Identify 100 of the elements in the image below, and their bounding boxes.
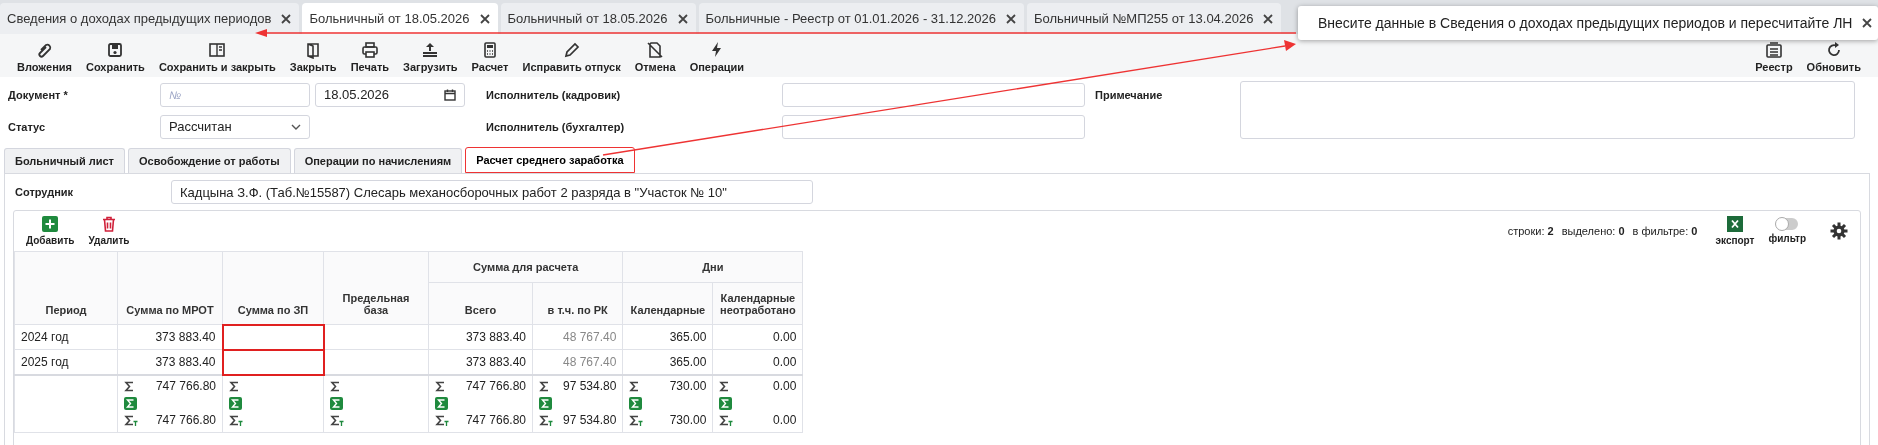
toolbar-button[interactable]: Операции (682, 41, 752, 73)
sum-icon (229, 380, 240, 392)
table-cell: 0.00 (712, 324, 803, 350)
note-field[interactable] (1240, 81, 1855, 139)
trash-icon (100, 216, 117, 232)
pencil-icon (562, 41, 581, 59)
sum-icon[interactable] (229, 396, 242, 410)
paperclip-icon (35, 41, 54, 59)
close-icon[interactable] (677, 13, 688, 24)
column-header: Календарные неотработано (712, 282, 803, 325)
status-dropdown[interactable]: Рассчитан (160, 114, 310, 139)
table-cell: 48 767.40 (532, 324, 623, 350)
table-cell: 2025 год (14, 349, 118, 375)
toolbar-button[interactable]: Расчет (464, 41, 516, 73)
sum-icon (539, 380, 550, 392)
field-label: Сотрудник (15, 186, 75, 198)
sum-icon[interactable] (629, 396, 643, 410)
notification-text: Внесите данные в Сведения о доходах предыдущих периодов и пересчитайте ЛН (1318, 15, 1853, 31)
sum-icon (435, 380, 446, 392)
chevron-icon (291, 123, 301, 130)
calendar-icon[interactable] (444, 88, 456, 101)
document-tab[interactable]: Больничные - Реестр от 01.01.2026 - 31.12.2026 (698, 3, 1024, 34)
spreadsheet-icon (1726, 216, 1743, 232)
sum-icon[interactable] (539, 396, 552, 410)
column-total: 97 534.80 (563, 379, 617, 393)
filtered-sum-icon (229, 414, 243, 426)
toolbar-button[interactable]: Загрузить (396, 41, 465, 73)
column-total: 730.00 (669, 379, 707, 393)
section-tab[interactable]: Освобождение от работы (128, 148, 291, 173)
sum-icon (124, 380, 135, 392)
document-tab[interactable]: Сведения о доходах предыдущих периодов (0, 3, 300, 34)
sum-icon (719, 380, 731, 392)
column-header: Календарные (622, 282, 713, 325)
executor-field[interactable] (782, 82, 1085, 107)
add-button[interactable]: Добавить (26, 216, 75, 246)
sum-icon[interactable] (124, 396, 137, 410)
crossed-document-icon (646, 41, 665, 59)
field-label: Исполнитель (кадровик) (485, 88, 622, 101)
field-label: Исполнитель (бухгалтер) (485, 120, 626, 133)
save-icon (106, 41, 125, 59)
table-cell: 373 883.40 (428, 324, 533, 350)
sum-icon (629, 380, 641, 392)
column-total: 0.00 (773, 379, 797, 393)
toolbar-button[interactable]: Вложения (10, 41, 79, 73)
column-total: 747 766.80 (465, 379, 526, 393)
section-tab[interactable]: Больничный лист (4, 148, 125, 173)
plus-icon (42, 216, 59, 232)
column-group-header: Дни (622, 251, 803, 283)
column-header: в т.ч. по РК (532, 282, 623, 325)
filtered-sum-icon (330, 414, 344, 426)
filtered-total: 730.00 (669, 413, 707, 427)
document-tab[interactable]: Больничный от 18.05.2026 (500, 3, 696, 34)
filtered-sum-icon (435, 414, 449, 426)
sum-icon[interactable] (435, 396, 448, 410)
column-total: 747 766.80 (155, 379, 216, 393)
document-tab[interactable]: Больничный №МП255 от 13.04.2026 (1026, 3, 1282, 34)
close-icon[interactable] (1862, 18, 1873, 28)
row-stat: в фильтре: 0 (1632, 225, 1698, 237)
column-group-header: Сумма для расчета (428, 251, 623, 283)
section-tab[interactable]: Расчет среднего заработка (465, 147, 635, 173)
filtered-total: 97 534.80 (563, 413, 617, 427)
toolbar-button[interactable]: Обновить (1799, 41, 1868, 73)
date-field[interactable]: 18.05.2026 (315, 82, 465, 107)
delete-button[interactable]: Удалить (88, 216, 130, 246)
filter-toggle[interactable]: фильтр (1768, 218, 1806, 244)
filtered-sum-icon (539, 414, 553, 426)
field-label: Статус (8, 120, 47, 133)
toolbar-button[interactable]: Отмена (627, 41, 683, 73)
upload-icon (421, 41, 440, 59)
toolbar-button[interactable]: Закрыть (282, 41, 344, 73)
close-icon[interactable] (479, 13, 490, 24)
filtered-total: 747 766.80 (465, 413, 526, 427)
sum-icon (330, 380, 341, 392)
toolbar-button[interactable]: Исправить отпуск (515, 41, 628, 73)
toolbar-button[interactable]: Сохранить и закрыть (151, 41, 283, 73)
section-tab[interactable]: Операции по начислениям (293, 148, 463, 173)
toolbar-button[interactable]: Сохранить (78, 41, 152, 73)
filtered-sum-icon (124, 414, 138, 426)
table-cell: 365.00 (622, 324, 713, 350)
column-header: Период (14, 251, 118, 325)
filtered-total: 0.00 (773, 413, 797, 427)
list-icon (1764, 41, 1783, 59)
sum-icon[interactable] (330, 396, 343, 410)
employee-field[interactable]: Кадцына З.Ф. (Таб.№15587) Слесарь механосборочных работ 2 разряда в "Участок № 10" (171, 180, 813, 204)
filtered-sum-icon (719, 414, 734, 426)
document-tab[interactable]: Больничный от 18.05.2026 (302, 3, 498, 34)
filtered-total: 747 766.80 (155, 413, 216, 427)
toolbar-button[interactable]: Печать (343, 41, 397, 73)
executor-field[interactable] (782, 114, 1085, 139)
close-icon[interactable] (281, 13, 292, 24)
table-cell: 2024 год (14, 324, 118, 350)
sum-icon[interactable] (719, 396, 733, 410)
column-header: Сумма по ЗП (222, 251, 324, 325)
field-label: Примечание (1094, 88, 1164, 101)
save-close-icon (208, 41, 227, 59)
toolbar-button[interactable]: Реестр (1748, 41, 1800, 73)
export-button[interactable]: экспорт (1715, 216, 1755, 246)
close-icon[interactable] (1263, 13, 1274, 24)
settings-icon[interactable] (1830, 222, 1848, 240)
close-icon[interactable] (1005, 13, 1016, 24)
